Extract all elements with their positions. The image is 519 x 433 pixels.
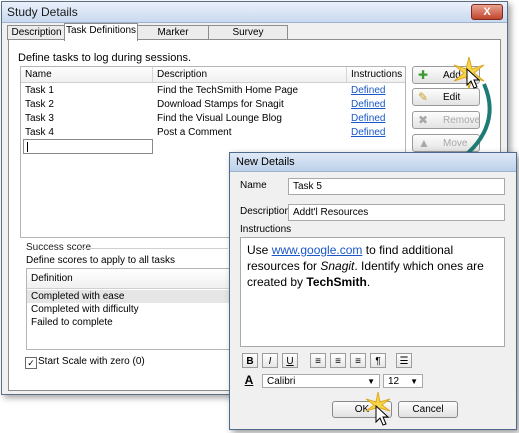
remove-icon: ✖ bbox=[418, 113, 429, 127]
name-label: Name bbox=[240, 180, 267, 191]
instructions-link[interactable]: Defined bbox=[351, 84, 385, 98]
dialog-title-bar: New Details bbox=[230, 153, 516, 172]
font-name-dropdown[interactable]: Calibri ▼ bbox=[262, 374, 380, 388]
align-center-button[interactable]: ≡ bbox=[330, 353, 346, 368]
instructions-editor[interactable]: Use www.google.com to find additional re… bbox=[240, 237, 505, 347]
column-header-description[interactable]: Description bbox=[153, 67, 347, 83]
list-button[interactable]: ☰ bbox=[396, 353, 412, 368]
instructions-link[interactable]: Defined bbox=[351, 126, 385, 140]
bullet-list-icon: ☰ bbox=[399, 356, 409, 367]
font-color-icon: A bbox=[244, 373, 254, 387]
column-header-definition[interactable]: Definition bbox=[27, 269, 237, 289]
align-center-icon: ≡ bbox=[335, 356, 341, 367]
description-field[interactable]: Addt'l Resources bbox=[288, 204, 505, 221]
underline-button[interactable]: U bbox=[282, 353, 298, 368]
define-tasks-label: Define tasks to log during sessions. bbox=[18, 52, 192, 64]
task-description: Post a Comment bbox=[157, 127, 232, 138]
paragraph-icon: ¶ bbox=[375, 356, 381, 367]
task-name: Task 1 bbox=[25, 85, 54, 96]
score-table: Definition Completed with ease Completed… bbox=[26, 268, 238, 350]
window-title: Study Details bbox=[7, 5, 78, 19]
instructions-link[interactable]: Defined bbox=[351, 112, 385, 126]
task-name: Task 3 bbox=[25, 113, 54, 124]
instructions-label: Instructions bbox=[240, 224, 292, 235]
start-scale-checkbox[interactable]: ✓ bbox=[25, 357, 37, 369]
tab-marker-definitions[interactable]: Marker Definitions bbox=[136, 25, 210, 52]
align-right-button[interactable]: ≡ bbox=[350, 353, 366, 368]
align-left-icon: ≡ bbox=[315, 356, 321, 367]
list-item[interactable]: Completed with difficulty bbox=[27, 303, 237, 316]
table-row[interactable]: Task 2 Download Stamps for Snagit Define… bbox=[21, 98, 405, 112]
task-name: Task 4 bbox=[25, 127, 54, 138]
close-button[interactable]: X bbox=[471, 4, 503, 20]
close-icon: X bbox=[483, 6, 491, 18]
table-row[interactable]: Task 4 Post a Comment Defined bbox=[21, 126, 405, 140]
new-details-dialog: New Details Name Task 5 Description Addt… bbox=[229, 152, 517, 430]
tab-survey-definitions[interactable]: Survey Definitions bbox=[208, 25, 288, 52]
align-left-button[interactable]: ≡ bbox=[310, 353, 326, 368]
font-size-dropdown[interactable]: 12 ▼ bbox=[383, 374, 423, 388]
dialog-title: New Details bbox=[236, 156, 295, 168]
title-bar: Study Details X bbox=[2, 2, 507, 23]
plus-icon: ✚ bbox=[418, 68, 429, 82]
name-field[interactable]: Task 5 bbox=[288, 178, 505, 195]
list-item[interactable]: Failed to complete bbox=[27, 316, 237, 329]
up-arrow-icon: ▲ bbox=[418, 136, 430, 150]
task-description: Download Stamps for Snagit bbox=[157, 99, 284, 110]
start-scale-label: Start Scale with zero (0) bbox=[38, 356, 145, 367]
text-caret bbox=[27, 142, 28, 152]
font-color-button[interactable]: A bbox=[242, 373, 256, 387]
mouse-cursor-icon bbox=[375, 405, 389, 426]
align-right-icon: ≡ bbox=[355, 356, 361, 367]
task-name: Task 2 bbox=[25, 99, 54, 110]
paragraph-button[interactable]: ¶ bbox=[370, 353, 386, 368]
chevron-down-icon: ▼ bbox=[410, 377, 418, 386]
bold-button[interactable]: B bbox=[242, 353, 258, 368]
task-description: Find the TechSmith Home Page bbox=[157, 85, 299, 96]
chevron-down-icon: ▼ bbox=[367, 377, 375, 386]
tab-task-definitions[interactable]: Task Definitions bbox=[64, 23, 138, 41]
cancel-button[interactable]: Cancel bbox=[398, 401, 458, 418]
task-description: Find the Visual Lounge Blog bbox=[157, 113, 282, 124]
column-header-instructions[interactable]: Instructions bbox=[347, 67, 405, 83]
tab-description[interactable]: Description bbox=[7, 25, 66, 40]
define-scores-label: Define scores to apply to all tasks bbox=[26, 255, 175, 266]
italic-button[interactable]: I bbox=[262, 353, 278, 368]
table-row[interactable]: Task 3 Find the Visual Lounge Blog Defin… bbox=[21, 112, 405, 126]
google-link[interactable]: www.google.com bbox=[272, 243, 363, 257]
table-row[interactable]: Task 1 Find the TechSmith Home Page Defi… bbox=[21, 84, 405, 98]
new-task-name-input[interactable] bbox=[23, 139, 153, 154]
divider bbox=[78, 248, 228, 249]
description-label: Description bbox=[240, 206, 291, 217]
column-header-name[interactable]: Name bbox=[21, 67, 153, 83]
instructions-link[interactable]: Defined bbox=[351, 98, 385, 112]
pencil-icon: ✎ bbox=[418, 90, 429, 104]
list-item[interactable]: Completed with ease bbox=[27, 290, 237, 303]
